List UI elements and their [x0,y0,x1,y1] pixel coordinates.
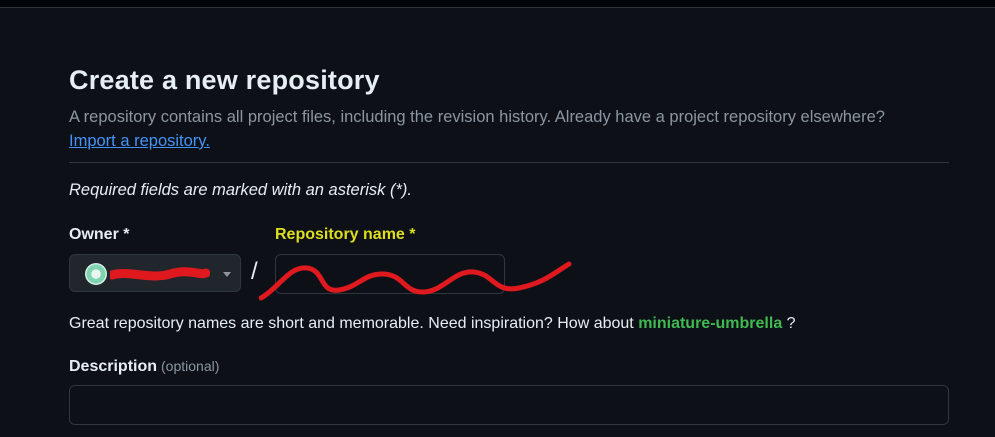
top-border [0,0,995,8]
required-fields-note: Required fields are marked with an aster… [69,181,412,199]
description-input[interactable] [69,385,949,425]
repository-name-label: Repository name * [275,226,416,243]
repository-name-input[interactable] [275,254,505,294]
suggestion-suffix: ? [786,315,796,332]
redacted-owner-name [110,267,210,281]
page-subtitle: A repository contains all project files,… [69,108,885,126]
description-label-text: Description [69,358,158,375]
owner-label: Owner * [69,226,130,243]
suggested-repo-name[interactable]: miniature-umbrella [638,315,782,332]
owner-repo-separator: / [251,258,258,285]
caret-down-icon [223,272,231,277]
avatar-icon [85,263,107,285]
description-optional-hint: (optional) [161,358,220,374]
divider [69,162,949,163]
new-repo-form-container: Create a new repository A repository con… [69,62,949,425]
field-labels-row: Owner * Repository name * [69,226,949,250]
suggestion-prefix: Great repository names are short and mem… [69,315,634,332]
description-label: Description (optional) [69,358,219,376]
page-title: Create a new repository [69,65,380,95]
import-repository-link[interactable]: Import a repository. [69,129,210,153]
owner-dropdown[interactable] [69,254,241,292]
repo-name-suggestion: Great repository names are short and mem… [69,315,796,333]
